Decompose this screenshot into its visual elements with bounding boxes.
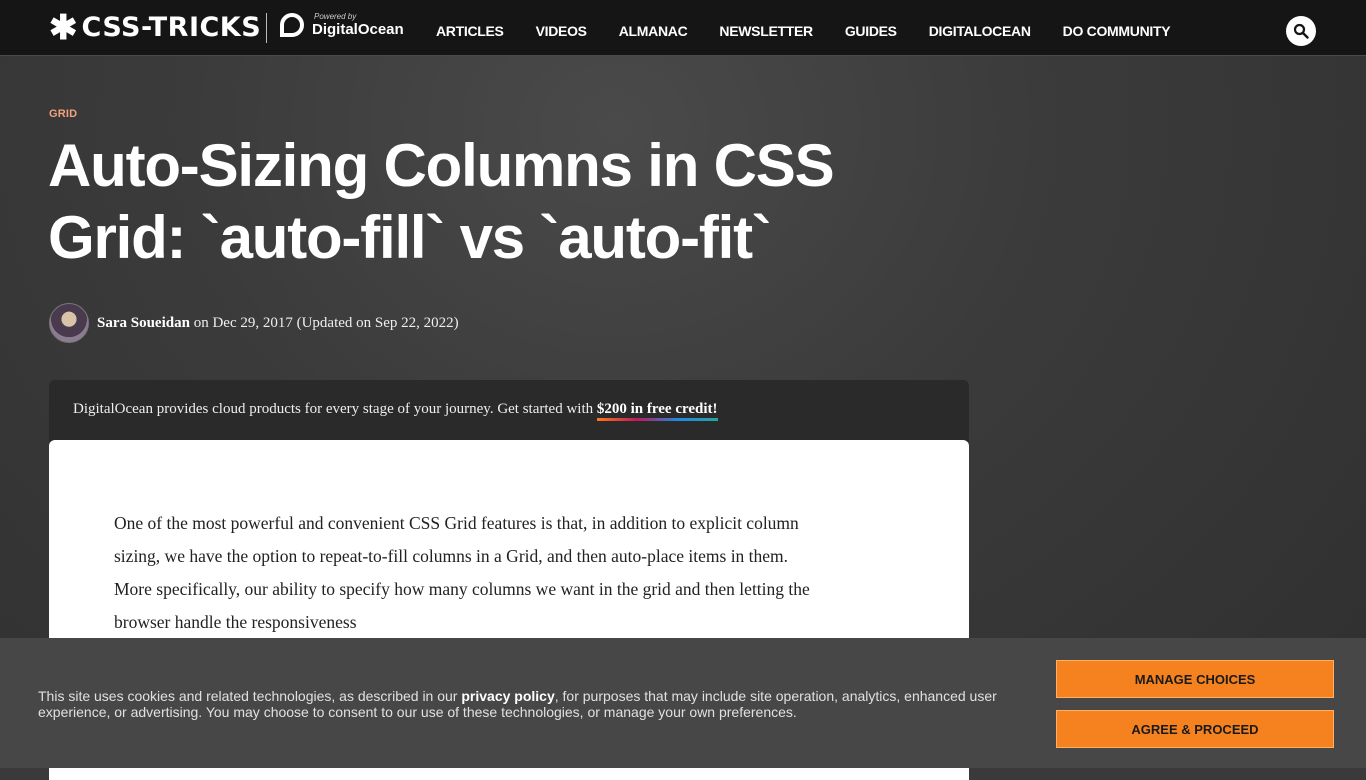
digitalocean-icon bbox=[280, 13, 304, 37]
asterisk-icon: ✱ bbox=[49, 8, 78, 47]
free-credit-link[interactable]: $200 in free credit! bbox=[596, 401, 718, 421]
nav-digitalocean[interactable]: DIGITALOCEAN bbox=[929, 23, 1031, 39]
logo-divider bbox=[266, 13, 267, 43]
agree-proceed-button[interactable]: AGREE & PROCEED bbox=[1056, 710, 1334, 748]
author-avatar[interactable] bbox=[49, 303, 89, 343]
cookie-text: This site uses cookies and related techn… bbox=[38, 688, 998, 720]
digitalocean-logo[interactable]: Powered by DigitalOcean bbox=[280, 12, 404, 38]
nav-guides[interactable]: GUIDES bbox=[845, 23, 897, 39]
article-paragraph: One of the most powerful and convenient … bbox=[114, 513, 810, 632]
manage-choices-button[interactable]: MANAGE CHOICES bbox=[1056, 660, 1334, 698]
nav-articles[interactable]: ARTICLES bbox=[436, 23, 504, 39]
nav-almanac[interactable]: ALMANAC bbox=[619, 23, 688, 39]
nav-do-community[interactable]: DO COMMUNITY bbox=[1063, 23, 1171, 39]
author-name[interactable]: Sara Soueidan bbox=[97, 315, 190, 331]
sponsor-text: DigitalOcean provides cloud products for… bbox=[73, 401, 594, 417]
article-meta: Sara Soueidan on Dec 29, 2017 (Updated o… bbox=[49, 303, 459, 343]
logo-text: CSS-TRICKS bbox=[81, 12, 262, 43]
main-nav: ARTICLES VIDEOS ALMANAC NEWSLETTER GUIDE… bbox=[436, 23, 1202, 39]
search-button[interactable] bbox=[1286, 16, 1316, 46]
sponsor-banner: DigitalOcean provides cloud products for… bbox=[49, 380, 969, 442]
nav-newsletter[interactable]: NEWSLETTER bbox=[719, 23, 813, 39]
nav-videos[interactable]: VIDEOS bbox=[536, 23, 587, 39]
site-logo[interactable]: ✱ CSS-TRICKS bbox=[49, 8, 262, 47]
category-tag[interactable]: GRID bbox=[49, 108, 77, 120]
cookie-banner: This site uses cookies and related techn… bbox=[0, 638, 1366, 768]
search-icon bbox=[1293, 23, 1309, 39]
powered-by-label: Powered by bbox=[314, 12, 357, 21]
article-date: on Dec 29, 2017 (Updated on Sep 22, 2022… bbox=[193, 314, 459, 331]
article-title: Auto-Sizing Columns in CSS Grid: `auto-f… bbox=[48, 132, 835, 271]
privacy-policy-link[interactable]: privacy policy bbox=[461, 688, 554, 704]
site-header: ✱ CSS-TRICKS Powered by DigitalOcean ART… bbox=[0, 0, 1366, 56]
cookie-text-before: This site uses cookies and related techn… bbox=[38, 688, 458, 704]
digitalocean-name: DigitalOcean bbox=[312, 21, 404, 38]
